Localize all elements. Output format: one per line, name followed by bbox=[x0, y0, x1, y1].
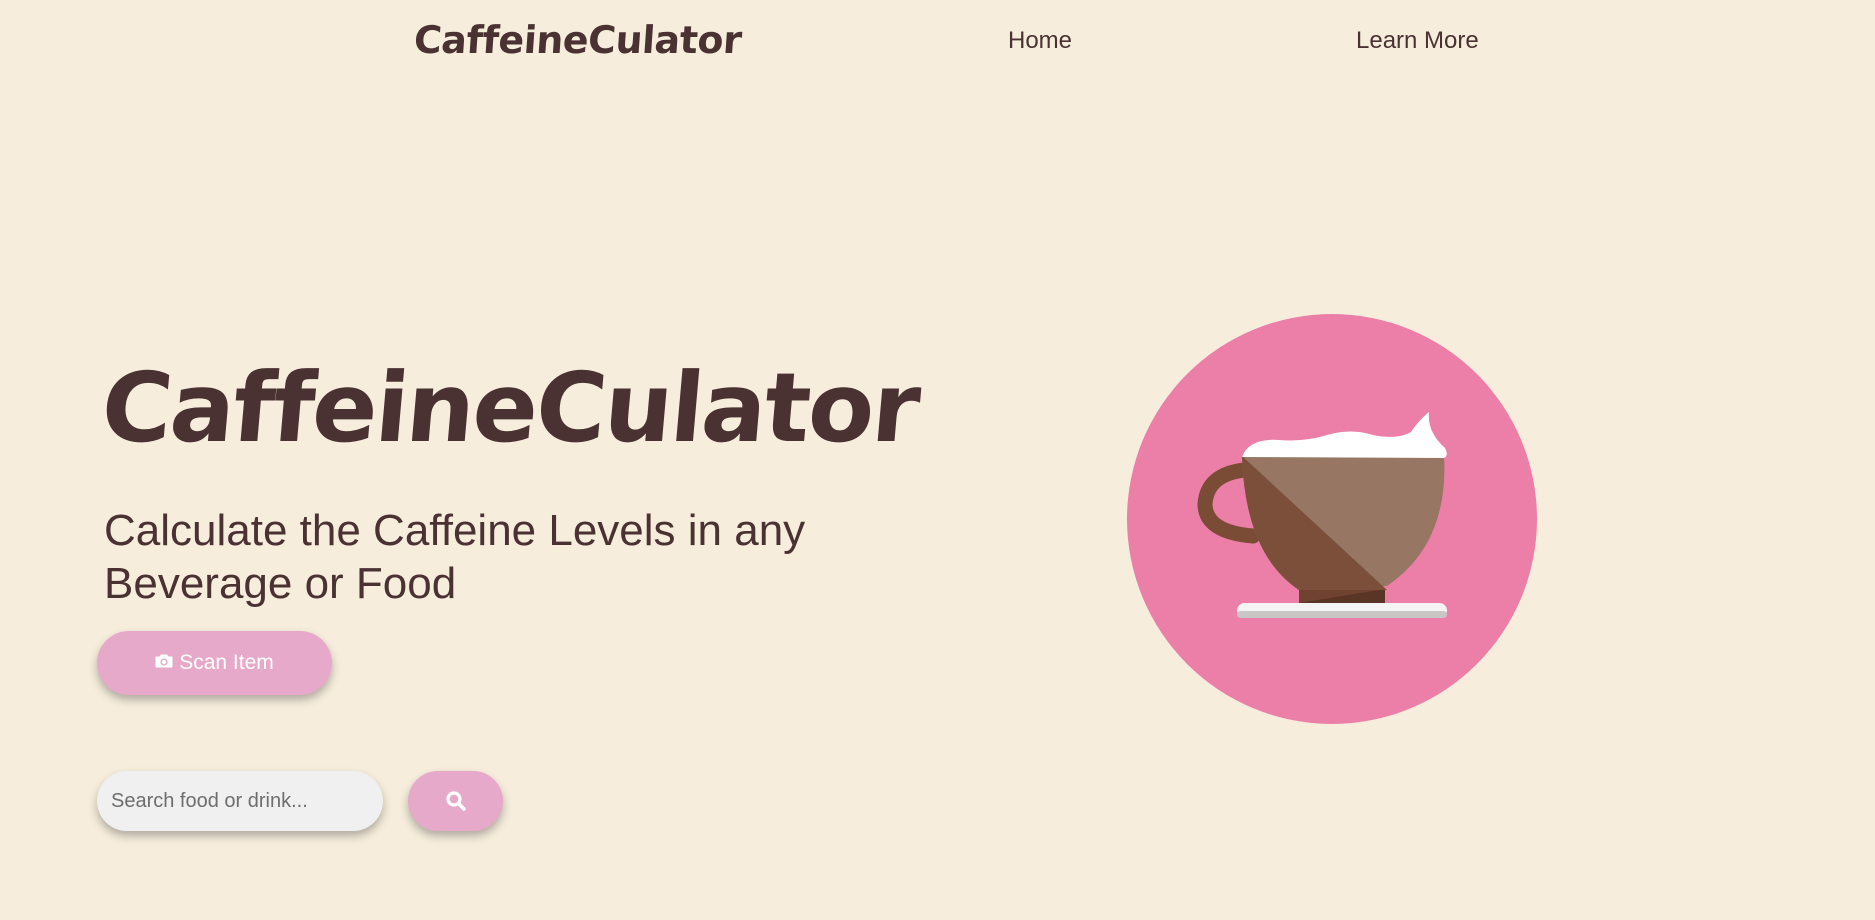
search-button[interactable] bbox=[408, 771, 503, 831]
nav-link-learn-more[interactable]: Learn More bbox=[1356, 27, 1479, 55]
search-input[interactable] bbox=[97, 771, 383, 831]
hero-subtitle: Calculate the Caffeine Levels in any Bev… bbox=[104, 506, 806, 608]
camera-icon bbox=[155, 653, 173, 668]
coffee-cup-illustration bbox=[1127, 314, 1537, 724]
search-icon bbox=[445, 790, 467, 812]
scan-item-button[interactable]: Scan Item bbox=[97, 631, 332, 695]
nav-link-home[interactable]: Home bbox=[1008, 27, 1072, 55]
coffee-cup-icon bbox=[1127, 314, 1537, 724]
hero-title: CaffeineCulator bbox=[97, 352, 923, 464]
brand-logo[interactable]: CaffeineCulator bbox=[412, 18, 742, 62]
scan-item-label: Scan Item bbox=[179, 651, 274, 674]
